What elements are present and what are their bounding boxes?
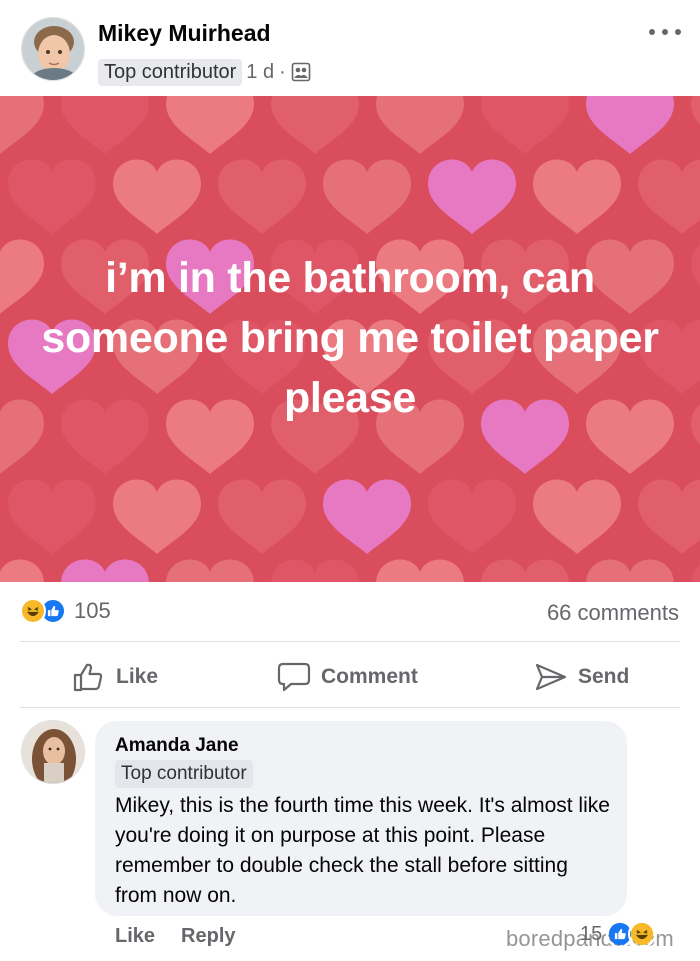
thumbs-up-icon — [73, 663, 103, 692]
comment-actions: Like Reply — [115, 925, 262, 948]
commenter-avatar[interactable] — [21, 720, 85, 784]
heart-decoration — [428, 479, 516, 554]
heart-decoration — [428, 159, 516, 234]
haha-icon — [628, 920, 657, 948]
comment-reactions[interactable]: 15 — [580, 920, 657, 948]
heart-decoration — [533, 159, 621, 234]
like-label: Like — [116, 665, 159, 688]
meta-separator: · — [279, 60, 286, 83]
post-timestamp[interactable]: 1 d — [246, 61, 274, 84]
heart-decoration — [376, 96, 464, 154]
heart-decoration — [8, 479, 96, 554]
heart-decoration — [691, 96, 700, 154]
top-contributor-badge: Top contributor — [98, 58, 243, 86]
comment-reply-button[interactable]: Reply — [181, 925, 235, 948]
like-button[interactable]: Like — [72, 661, 158, 693]
reactions-summary[interactable]: 105 — [20, 598, 111, 624]
send-icon — [535, 663, 567, 691]
comment-button[interactable]: Comment — [277, 661, 418, 693]
heart-decoration — [218, 479, 306, 554]
heart-decoration — [691, 399, 700, 474]
post-content-background: i’m in the bathroom, can someone bring m… — [0, 96, 700, 582]
heart-decoration — [218, 159, 306, 234]
heart-decoration — [166, 559, 254, 582]
reaction-count: 105 — [74, 598, 111, 623]
heart-decoration — [0, 559, 44, 582]
heart-decoration — [638, 159, 700, 234]
commenter-name[interactable]: Amanda Jane — [115, 735, 239, 757]
heart-decoration — [113, 159, 201, 234]
author-name[interactable]: Mikey Muirhead — [98, 20, 271, 47]
comment: Amanda Jane Top contributor Mikey, this … — [0, 708, 700, 961]
comments-count[interactable]: 66 comments — [547, 600, 679, 626]
heart-decoration — [586, 559, 674, 582]
heart-decoration — [638, 479, 700, 554]
post-meta: Top contributor 1 d · — [98, 58, 311, 86]
comment-like-button[interactable]: Like — [115, 925, 155, 948]
top-contributor-badge: Top contributor — [115, 760, 253, 788]
heart-decoration — [8, 159, 96, 234]
heart-decoration — [0, 96, 44, 154]
heart-decoration — [533, 479, 621, 554]
heart-decoration — [61, 96, 149, 154]
heart-decoration — [376, 559, 464, 582]
comment-text: Mikey, this is the fourth time this week… — [115, 794, 610, 907]
post-header: Mikey Muirhead Top contributor 1 d · — [0, 0, 700, 96]
send-button[interactable]: Send — [534, 661, 629, 693]
comment-reaction-count: 15 — [580, 922, 603, 945]
friends-icon — [291, 62, 311, 82]
heart-decoration — [271, 559, 359, 582]
heart-decoration — [481, 559, 569, 582]
post-action-bar: Like Comment Send — [0, 643, 700, 707]
heart-decoration — [323, 479, 411, 554]
comment-icon — [277, 662, 311, 692]
post-text: i’m in the bathroom, can someone bring m… — [41, 254, 659, 422]
heart-decoration — [323, 159, 411, 234]
heart-decoration — [271, 96, 359, 154]
post-stats: 105 66 comments — [0, 582, 700, 642]
author-avatar[interactable] — [21, 17, 85, 81]
heart-decoration — [586, 96, 674, 154]
more-horizontal-icon[interactable] — [649, 22, 681, 42]
divider — [20, 641, 680, 642]
heart-decoration — [61, 559, 149, 582]
heart-decoration — [691, 559, 700, 582]
comment-bubble: Amanda Jane Top contributor Mikey, this … — [95, 721, 627, 916]
heart-decoration — [113, 479, 201, 554]
heart-decoration — [481, 96, 569, 154]
send-label: Send — [578, 665, 630, 688]
heart-decoration — [166, 96, 254, 154]
haha-icon — [20, 598, 46, 624]
comment-label: Comment — [321, 665, 418, 688]
heart-decoration — [691, 239, 700, 314]
